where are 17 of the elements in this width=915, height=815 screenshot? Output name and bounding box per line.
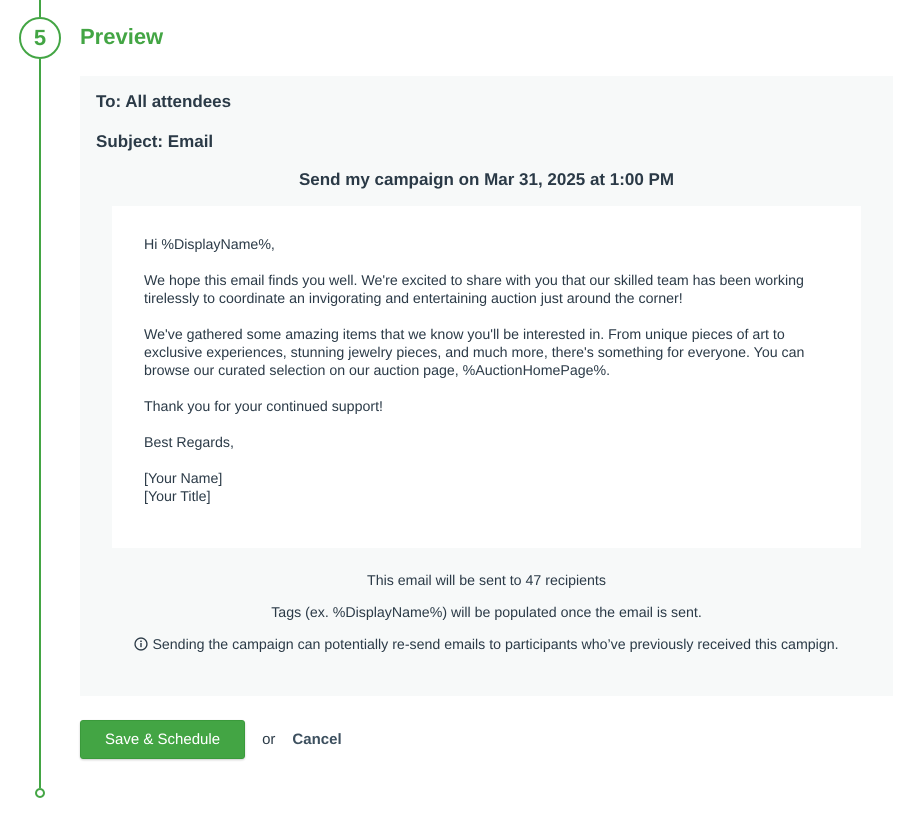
subject-label: Subject: Email: [96, 132, 214, 152]
recipients-label: To: All attendees: [96, 92, 232, 112]
or-text: or: [262, 731, 276, 748]
email-paragraph: [Your Name] [Your Title]: [144, 470, 224, 506]
note-text: Sending the campaign can potentially re-send emails to participants who’ve previously received this campign.: [152, 637, 839, 653]
step-title: Preview: [80, 24, 164, 51]
email-paragraph: Thank you for your continued support!: [144, 398, 384, 416]
email-paragraph: Hi %DisplayName%,: [144, 236, 276, 254]
info-icon: [134, 637, 148, 651]
email-paragraph: We hope this email finds you well. We're excited to share with you that our skilled team has been working tirelessly to coordinate an invigorating and entertaining auction just around the corner!: [144, 272, 805, 308]
cancel-link[interactable]: Cancel: [292, 731, 342, 748]
step-number: 5: [19, 17, 61, 59]
schedule-label: Send my campaign on Mar 31, 2025 at 1:00 PM: [298, 170, 676, 190]
email-paragraph: We've gathered some amazing items that we know you'll be interested in. From unique pieces of art to exclusive experiences, stunning jewelry pieces, and much more, there's something for everyone. You can browse our curated selection on our auction page, %AuctionHomePage%.: [144, 326, 806, 380]
note-text: This email will be sent to 47 recipients: [367, 573, 606, 589]
note-text: Tags (ex. %DisplayName%) will be populated once the email is sent.: [271, 605, 702, 621]
email-paragraph: Best Regards,: [144, 434, 235, 452]
